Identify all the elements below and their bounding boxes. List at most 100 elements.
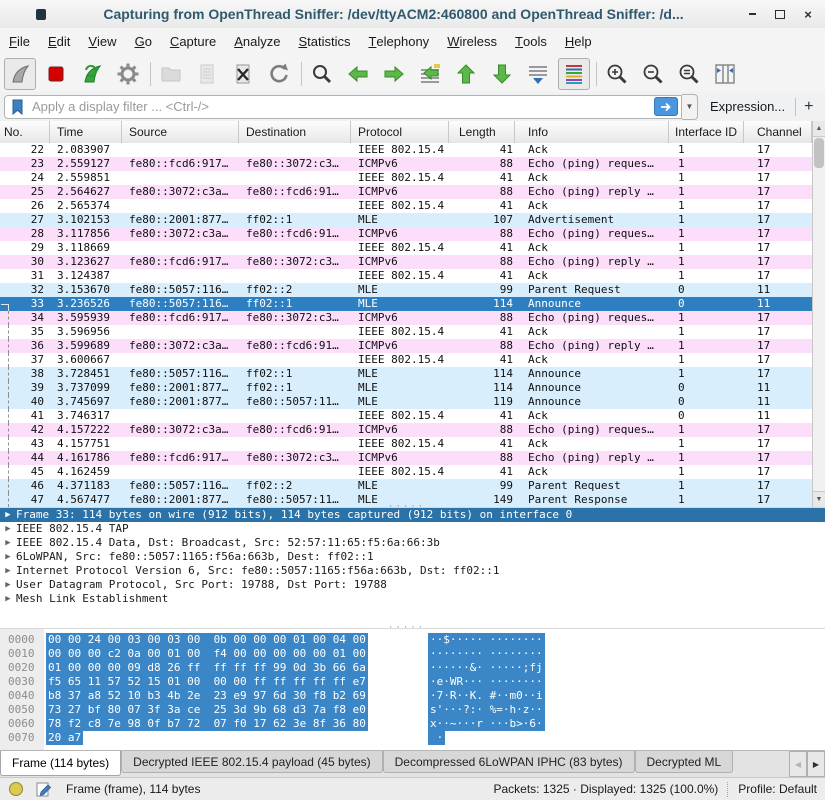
hex-ascii[interactable]: x··~···r ···b>·6·: [428, 717, 545, 731]
packet-row[interactable]: 333.236526fe80::5057:116…ff02::1MLE114An…: [0, 297, 812, 311]
packet-row[interactable]: 313.124387IEEE 802.15.441Ack117: [0, 269, 812, 283]
hex-line[interactable]: 007020 a7 ·: [0, 731, 825, 745]
expand-arrow-icon[interactable]: ▶: [0, 550, 16, 564]
hex-ascii[interactable]: ·e·WR··· ········: [428, 675, 545, 689]
hex-line[interactable]: 000000 00 24 00 03 00 03 00 0b 00 00 00 …: [0, 633, 825, 647]
zoom-out-button[interactable]: [637, 58, 669, 90]
resize-columns-button[interactable]: [709, 58, 741, 90]
save-file-button[interactable]: [191, 58, 223, 90]
menu-wireless[interactable]: Wireless: [438, 28, 506, 55]
packet-row[interactable]: 444.161786fe80::fcd6:917…fe80::3072:c3…I…: [0, 451, 812, 465]
maximize-button[interactable]: [769, 5, 791, 23]
minimize-button[interactable]: [741, 5, 763, 23]
hex-ascii[interactable]: ········ ········: [428, 647, 545, 661]
packet-row[interactable]: 383.728451fe80::5057:116…ff02::1MLE114An…: [0, 367, 812, 381]
detail-line[interactable]: ▶IEEE 802.15.4 TAP: [0, 522, 825, 536]
column-header-info[interactable]: Info: [515, 121, 669, 143]
column-header-protocol[interactable]: Protocol: [351, 121, 449, 143]
hex-ascii[interactable]: ·7·R··K. #··m0··i: [428, 689, 545, 703]
hex-bytes[interactable]: 00 00 24 00 03 00 03 00 0b 00 00 00 01 0…: [46, 633, 368, 647]
hex-ascii[interactable]: ······&· ·····;fj: [428, 661, 545, 675]
column-header-source[interactable]: Source: [122, 121, 239, 143]
find-packet-button[interactable]: [306, 58, 338, 90]
scroll-up-icon[interactable]: ▲: [813, 121, 825, 137]
hex-bytes[interactable]: f5 65 11 57 52 15 01 00 00 00 ff ff ff f…: [46, 675, 368, 689]
zoom-original-button[interactable]: [673, 58, 705, 90]
status-profile[interactable]: Profile: Default: [738, 782, 817, 796]
packet-row[interactable]: 373.600667IEEE 802.15.441Ack117: [0, 353, 812, 367]
menu-go[interactable]: Go: [126, 28, 161, 55]
packet-row[interactable]: 252.564627fe80::3072:c3a…fe80::fcd6:91…I…: [0, 185, 812, 199]
capture-options-button[interactable]: [112, 58, 144, 90]
tab-scroll-right-icon[interactable]: ▶: [807, 751, 825, 777]
detail-line[interactable]: ▶IEEE 802.15.4 Data, Dst: Broadcast, Src…: [0, 536, 825, 550]
detail-line[interactable]: ▶6LoWPAN, Src: fe80::5057:1165:f56a:663b…: [0, 550, 825, 564]
scroll-down-icon[interactable]: ▼: [813, 491, 825, 507]
hex-bytes[interactable]: 73 27 bf 80 07 3f 3a ce 25 3d 9b 68 d3 7…: [46, 703, 368, 717]
display-filter-input[interactable]: [30, 97, 654, 117]
packet-row[interactable]: 273.102153fe80::2001:877…ff02::1MLE107Ad…: [0, 213, 812, 227]
close-file-button[interactable]: [227, 58, 259, 90]
menu-file[interactable]: File: [0, 28, 39, 55]
reload-button[interactable]: [263, 58, 295, 90]
packet-row[interactable]: 283.117856fe80::3072:c3a…fe80::fcd6:91…I…: [0, 227, 812, 241]
detail-line[interactable]: ▶User Datagram Protocol, Src Port: 19788…: [0, 578, 825, 592]
auto-scroll-button[interactable]: [522, 58, 554, 90]
menu-analyze[interactable]: Analyze: [225, 28, 289, 55]
menu-edit[interactable]: Edit: [39, 28, 79, 55]
zoom-in-button[interactable]: [601, 58, 633, 90]
first-packet-button[interactable]: [450, 58, 482, 90]
go-back-button[interactable]: [342, 58, 374, 90]
packet-row[interactable]: 232.559127fe80::fcd6:917…fe80::3072:c3…I…: [0, 157, 812, 171]
hex-ascii[interactable]: ··$····· ········: [428, 633, 545, 647]
column-header-destination[interactable]: Destination: [239, 121, 351, 143]
hex-line[interactable]: 001000 00 00 c2 0a 00 01 00 f4 00 00 00 …: [0, 647, 825, 661]
detail-line[interactable]: ▶Mesh Link Establishment: [0, 592, 825, 606]
menu-view[interactable]: View: [79, 28, 125, 55]
packet-row[interactable]: 464.371183fe80::5057:116…ff02::2MLE99Par…: [0, 479, 812, 493]
hex-bytes[interactable]: 00 00 00 c2 0a 00 01 00 f4 00 00 00 00 0…: [46, 647, 368, 661]
column-header-channel[interactable]: Channel: [744, 121, 812, 143]
byte-view-tab[interactable]: Decrypted ML: [635, 751, 734, 773]
expand-arrow-icon[interactable]: ▶: [0, 522, 16, 536]
packet-row[interactable]: 353.596956IEEE 802.15.441Ack117: [0, 325, 812, 339]
apply-filter-button[interactable]: [654, 97, 678, 116]
hex-bytes[interactable]: 78 f2 c8 7e 98 0f b7 72 07 f0 17 62 3e 8…: [46, 717, 368, 731]
splitter-handle[interactable]: ·····: [388, 504, 425, 510]
column-header-length[interactable]: Length: [449, 121, 515, 143]
packet-row[interactable]: 242.559851IEEE 802.15.441Ack117: [0, 171, 812, 185]
column-header-interface-id[interactable]: Interface ID: [669, 121, 744, 143]
hex-line[interactable]: 002001 00 00 00 09 d8 26 ff ff ff ff 99 …: [0, 661, 825, 675]
hex-bytes[interactable]: b8 37 a8 52 10 b3 4b 2e 23 e9 97 6d 30 f…: [46, 689, 368, 703]
hex-line[interactable]: 0040b8 37 a8 52 10 b3 4b 2e 23 e9 97 6d …: [0, 689, 825, 703]
hex-line[interactable]: 0030f5 65 11 57 52 15 01 00 00 00 ff ff …: [0, 675, 825, 689]
hex-ascii[interactable]: s'···?:· %=·h·z··: [428, 703, 545, 717]
packet-row[interactable]: 363.599689fe80::3072:c3a…fe80::fcd6:91…I…: [0, 339, 812, 353]
menu-tools[interactable]: Tools: [506, 28, 556, 55]
open-file-button[interactable]: [155, 58, 187, 90]
column-header-no-[interactable]: No.: [0, 121, 50, 143]
packet-row[interactable]: 434.157751IEEE 802.15.441Ack117: [0, 437, 812, 451]
menu-telephony[interactable]: Telephony: [359, 28, 438, 55]
packet-row[interactable]: 262.565374IEEE 802.15.441Ack117: [0, 199, 812, 213]
hex-line[interactable]: 005073 27 bf 80 07 3f 3a ce 25 3d 9b 68 …: [0, 703, 825, 717]
close-button[interactable]: ×: [797, 5, 819, 23]
packet-row[interactable]: 393.737099fe80::2001:877…ff02::1MLE114An…: [0, 381, 812, 395]
packet-row[interactable]: 403.745697fe80::2001:877…fe80::5057:11…M…: [0, 395, 812, 409]
packet-row[interactable]: 424.157222fe80::3072:c3a…fe80::fcd6:91…I…: [0, 423, 812, 437]
hex-bytes[interactable]: 20 a7: [46, 731, 83, 745]
hex-bytes[interactable]: 01 00 00 00 09 d8 26 ff ff ff ff 99 0d 3…: [46, 661, 368, 675]
expand-arrow-icon[interactable]: ▶: [0, 578, 16, 592]
start-capture-button[interactable]: [4, 58, 36, 90]
expand-arrow-icon[interactable]: ▶: [0, 536, 16, 550]
restart-capture-button[interactable]: [76, 58, 108, 90]
byte-view-tab[interactable]: Decompressed 6LoWPAN IPHC (83 bytes): [383, 751, 635, 773]
menu-statistics[interactable]: Statistics: [289, 28, 359, 55]
hex-ascii[interactable]: ·: [428, 731, 445, 745]
byte-view-tab[interactable]: Decrypted IEEE 802.15.4 payload (45 byte…: [121, 751, 382, 773]
menu-help[interactable]: Help: [556, 28, 601, 55]
expand-arrow-icon[interactable]: ▶: [0, 508, 16, 522]
packet-list-scrollbar[interactable]: ▲ ▼: [812, 121, 825, 507]
go-forward-button[interactable]: [378, 58, 410, 90]
packet-row[interactable]: 293.118669IEEE 802.15.441Ack117: [0, 241, 812, 255]
